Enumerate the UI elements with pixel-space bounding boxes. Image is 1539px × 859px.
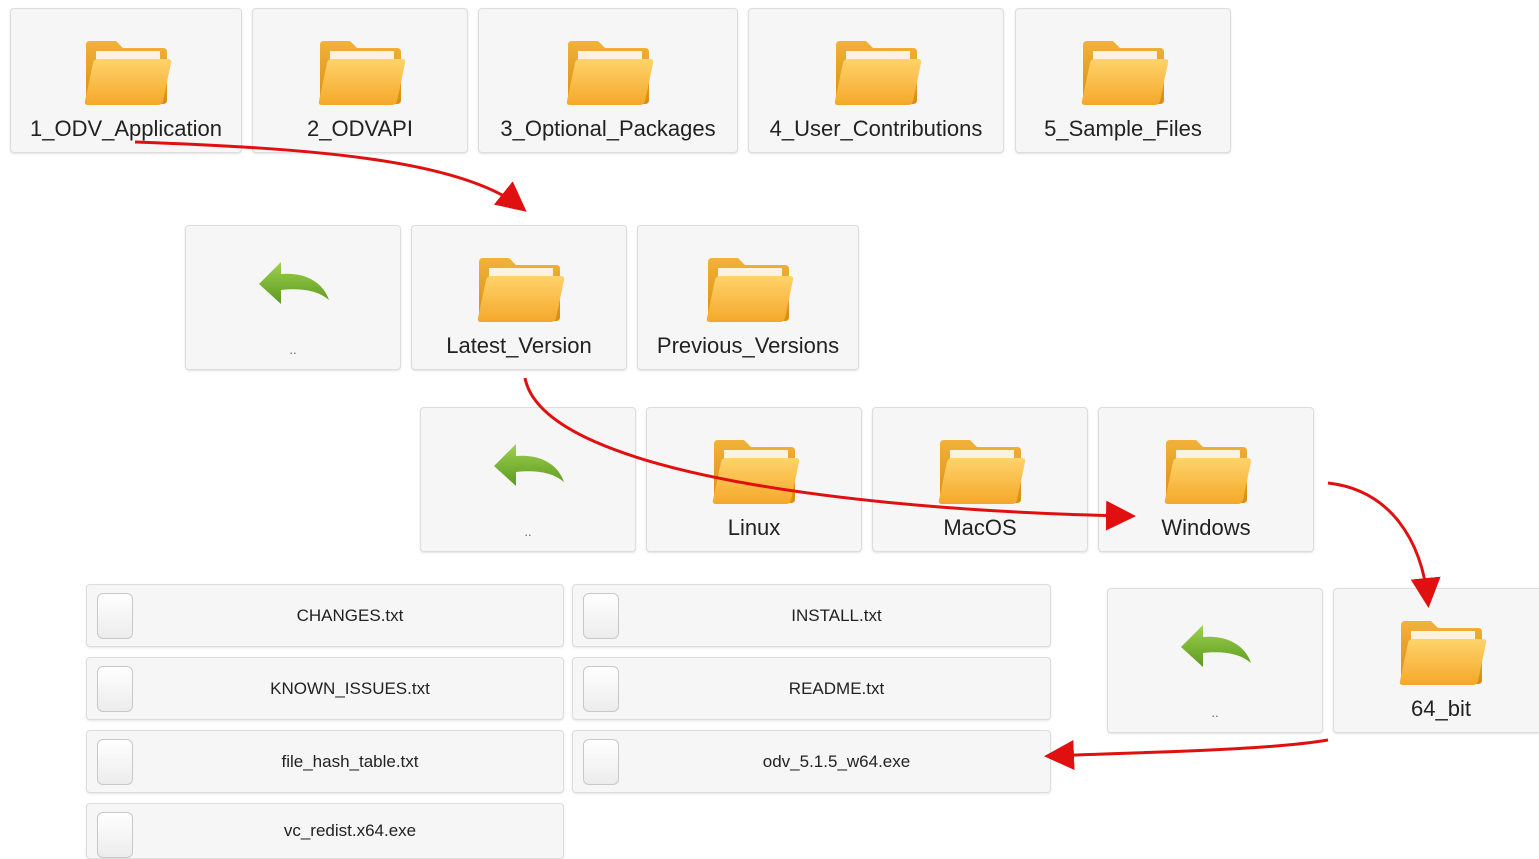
folder-tile-latest-version[interactable]: Latest_Version — [411, 225, 627, 370]
up-tile-level2[interactable]: .. — [185, 225, 401, 370]
folder-label: Windows — [1161, 515, 1251, 540]
folder-tile-macos[interactable]: MacOS — [872, 407, 1088, 552]
file-name: odv_5.1.5_w64.exe — [762, 751, 911, 771]
file-name: INSTALL.txt — [791, 605, 882, 625]
folder-tile-1-odv-application[interactable]: 1_ODV_Application — [10, 8, 242, 153]
file-checkbox-icon[interactable] — [97, 739, 133, 785]
folder-label: Linux — [727, 515, 781, 540]
folder-label: 1_ODV_Application — [29, 116, 222, 141]
folder-icon — [708, 434, 800, 506]
file-name: README.txt — [788, 678, 885, 698]
up-tile-level3[interactable]: .. — [420, 407, 636, 552]
file-name: CHANGES.txt — [296, 605, 404, 625]
folder-tile-4-user-contributions[interactable]: 4_User_Contributions — [748, 8, 1004, 153]
folder-icon — [702, 252, 794, 324]
folder-icon — [1395, 615, 1487, 687]
up-tile-level4[interactable]: .. — [1107, 588, 1323, 733]
folder-label: Previous_Versions — [656, 333, 840, 358]
file-name: file_hash_table.txt — [281, 751, 419, 771]
folder-icon — [80, 35, 172, 107]
folder-label: 4_User_Contributions — [769, 116, 983, 141]
file-row-known-issues[interactable]: KNOWN_ISSUES.txt — [86, 657, 564, 720]
folder-label: Latest_Version — [446, 333, 592, 358]
folder-tile-64-bit[interactable]: 64_bit — [1333, 588, 1539, 733]
file-row-readme[interactable]: README.txt — [572, 657, 1051, 720]
file-checkbox-icon[interactable] — [97, 593, 133, 639]
up-label: .. — [524, 524, 532, 539]
file-row-changes[interactable]: CHANGES.txt — [86, 584, 564, 647]
folder-tile-2-odvapi[interactable]: 2_ODVAPI — [252, 8, 468, 153]
file-checkbox-icon[interactable] — [583, 739, 619, 785]
folder-label: 5_Sample_Files — [1044, 116, 1202, 141]
folder-icon — [562, 35, 654, 107]
folder-icon — [1160, 434, 1252, 506]
folder-label: 3_Optional_Packages — [500, 116, 716, 141]
file-name: vc_redist.x64.exe — [283, 821, 417, 840]
folder-tile-previous-versions[interactable]: Previous_Versions — [637, 225, 859, 370]
arrow-windows-to-64bit — [1327, 481, 1441, 608]
folder-icon — [1077, 35, 1169, 107]
folder-tile-linux[interactable]: Linux — [646, 407, 862, 552]
folder-icon — [830, 35, 922, 107]
up-label: .. — [1211, 705, 1219, 720]
file-checkbox-icon[interactable] — [97, 666, 133, 712]
folder-icon — [473, 252, 565, 324]
folder-tile-5-sample-files[interactable]: 5_Sample_Files — [1015, 8, 1231, 153]
back-arrow-icon — [253, 254, 333, 316]
file-row-install[interactable]: INSTALL.txt — [572, 584, 1051, 647]
file-name: KNOWN_ISSUES.txt — [270, 678, 430, 698]
arrow-64bit-to-installer — [1044, 738, 1329, 771]
file-checkbox-icon[interactable] — [583, 666, 619, 712]
file-row-file-hash-table[interactable]: file_hash_table.txt — [86, 730, 564, 793]
back-arrow-icon — [1175, 617, 1255, 679]
folder-label: 2_ODVAPI — [307, 116, 413, 141]
folder-tile-3-optional-packages[interactable]: 3_Optional_Packages — [478, 8, 738, 153]
folder-tile-windows[interactable]: Windows — [1098, 407, 1314, 552]
back-arrow-icon — [488, 436, 568, 498]
file-row-odv-installer[interactable]: odv_5.1.5_w64.exe — [572, 730, 1051, 793]
folder-icon — [934, 434, 1026, 506]
folder-label: 64_bit — [1411, 696, 1471, 721]
folder-label: MacOS — [943, 515, 1017, 540]
file-checkbox-icon[interactable] — [97, 812, 133, 858]
up-label: .. — [289, 342, 297, 357]
file-checkbox-icon[interactable] — [583, 593, 619, 639]
file-row-vc-redist[interactable]: vc_redist.x64.exe — [86, 803, 564, 859]
folder-icon — [314, 35, 406, 107]
